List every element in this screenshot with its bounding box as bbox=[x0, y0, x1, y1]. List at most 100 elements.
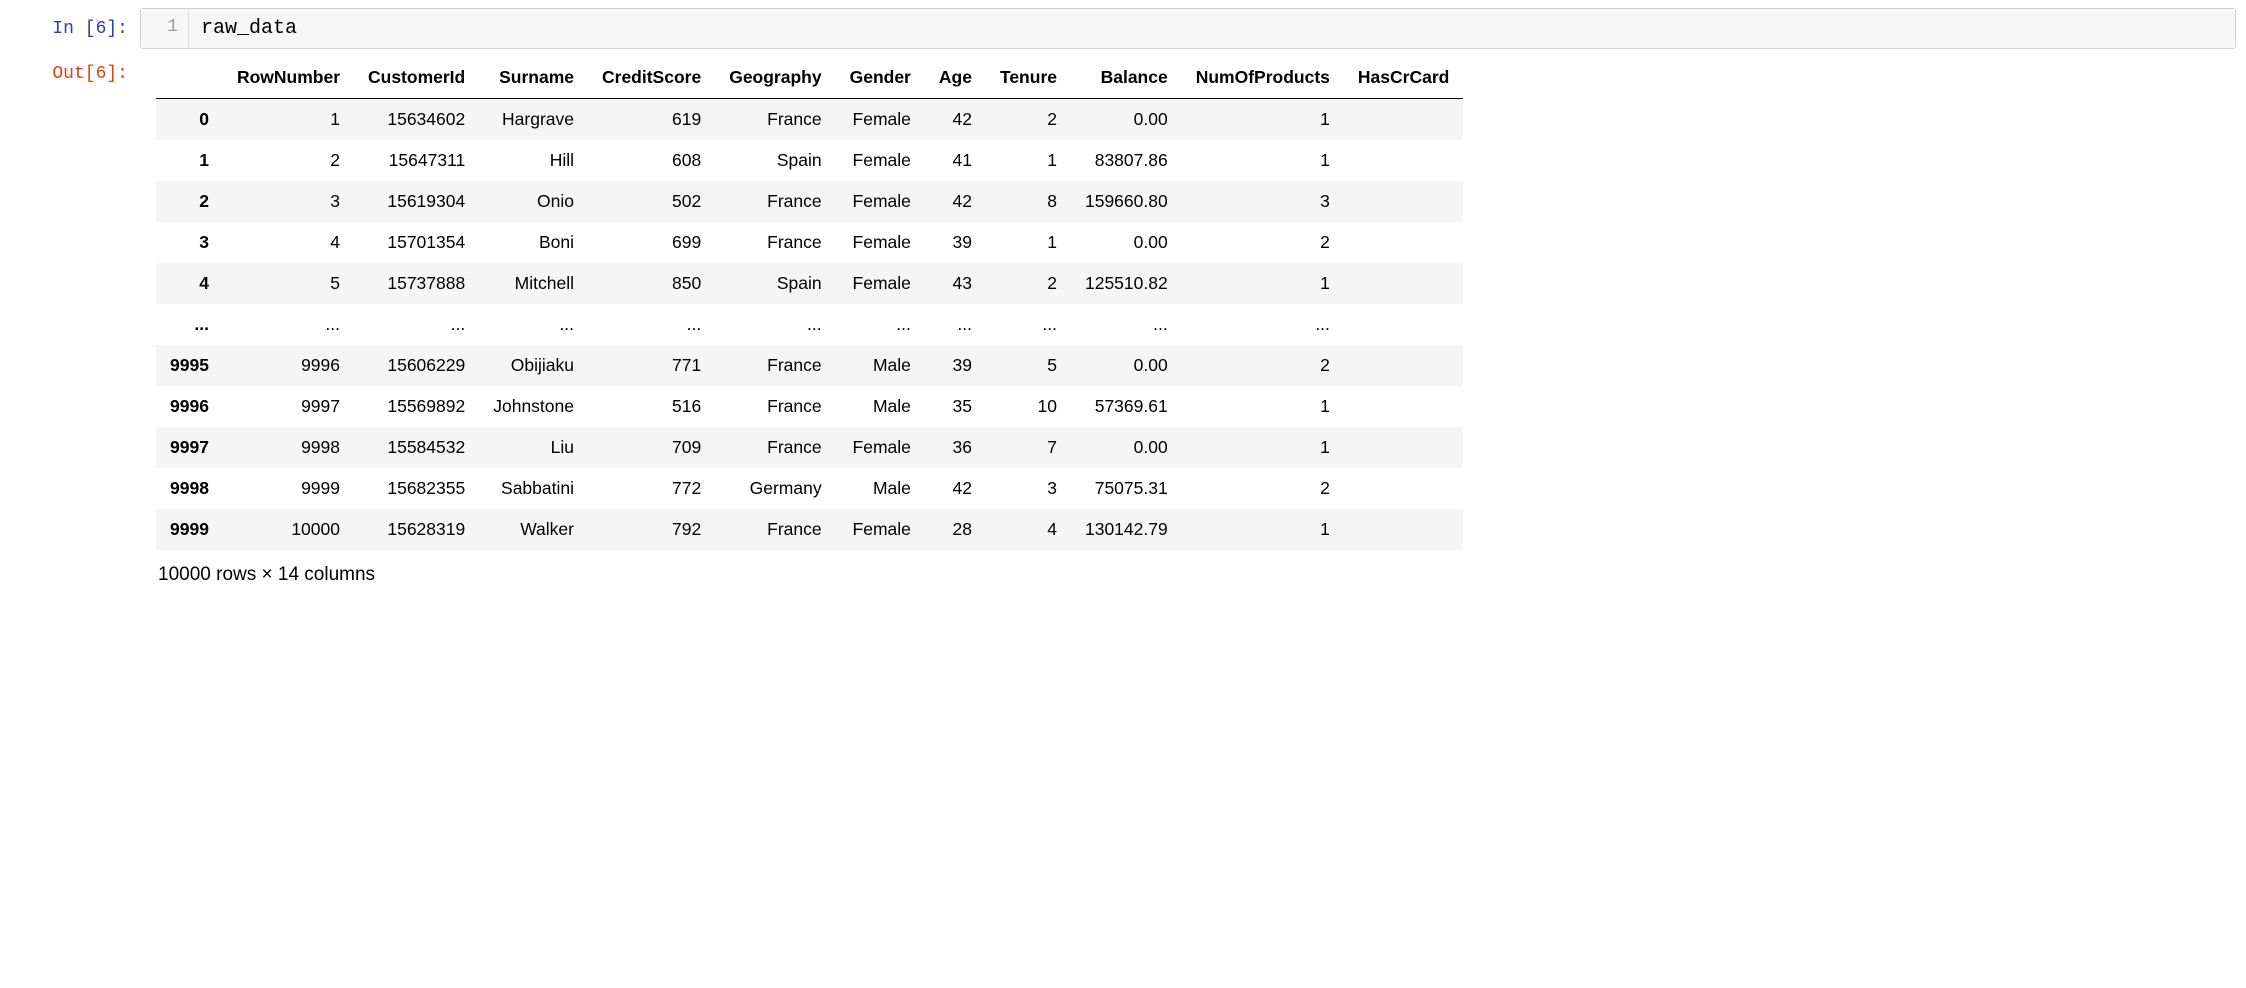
column-header: Gender bbox=[836, 57, 925, 99]
table-row: 0115634602Hargrave619FranceFemale4220.00… bbox=[156, 99, 1463, 141]
table-row: 9998999915682355Sabbatini772GermanyMale4… bbox=[156, 468, 1463, 509]
cell: 1 bbox=[986, 140, 1071, 181]
cell: 15647311 bbox=[354, 140, 479, 181]
cell: ... bbox=[354, 304, 479, 345]
cell: ... bbox=[925, 304, 986, 345]
column-header: CreditScore bbox=[588, 57, 715, 99]
cell: 39 bbox=[925, 222, 986, 263]
cell: Walker bbox=[479, 509, 588, 550]
cell: 9998 bbox=[223, 427, 354, 468]
cell: 15619304 bbox=[354, 181, 479, 222]
row-index: 9999 bbox=[156, 509, 223, 550]
cell: 41 bbox=[925, 140, 986, 181]
output-prompt: Out[6]: bbox=[0, 53, 140, 88]
cell: 772 bbox=[588, 468, 715, 509]
cell: Boni bbox=[479, 222, 588, 263]
cell bbox=[1344, 181, 1463, 222]
cell: 608 bbox=[588, 140, 715, 181]
cell: Hargrave bbox=[479, 99, 588, 141]
cell: Female bbox=[836, 222, 925, 263]
cell: Onio bbox=[479, 181, 588, 222]
row-index: 9996 bbox=[156, 386, 223, 427]
row-index: 3 bbox=[156, 222, 223, 263]
table-row: 1215647311Hill608SpainFemale41183807.861 bbox=[156, 140, 1463, 181]
cell: 42 bbox=[925, 181, 986, 222]
index-corner bbox=[156, 57, 223, 99]
cell: 36 bbox=[925, 427, 986, 468]
cell: 699 bbox=[588, 222, 715, 263]
cell: 619 bbox=[588, 99, 715, 141]
cell: ... bbox=[715, 304, 835, 345]
cell: 0.00 bbox=[1071, 99, 1182, 141]
cell: Female bbox=[836, 140, 925, 181]
output-cell: Out[6]: RowNumberCustomerIdSurnameCredit… bbox=[0, 53, 2246, 590]
cell: France bbox=[715, 427, 835, 468]
cell: 1 bbox=[1182, 386, 1344, 427]
cell: 0.00 bbox=[1071, 427, 1182, 468]
cell: 2 bbox=[223, 140, 354, 181]
cell: ... bbox=[986, 304, 1071, 345]
cell: France bbox=[715, 386, 835, 427]
cell: 15682355 bbox=[354, 468, 479, 509]
table-row: ................................. bbox=[156, 304, 1463, 345]
column-header: Tenure bbox=[986, 57, 1071, 99]
cell bbox=[1344, 427, 1463, 468]
cell: 9996 bbox=[223, 345, 354, 386]
cell: 1 bbox=[223, 99, 354, 141]
cell: 5 bbox=[223, 263, 354, 304]
cell: 3 bbox=[986, 468, 1071, 509]
cell: Female bbox=[836, 263, 925, 304]
cell bbox=[1344, 222, 1463, 263]
cell: France bbox=[715, 509, 835, 550]
cell: Spain bbox=[715, 263, 835, 304]
cell: 1 bbox=[1182, 427, 1344, 468]
cell: 35 bbox=[925, 386, 986, 427]
dataframe-wrap[interactable]: RowNumberCustomerIdSurnameCreditScoreGeo… bbox=[156, 57, 2246, 550]
cell: 83807.86 bbox=[1071, 140, 1182, 181]
cell: Male bbox=[836, 386, 925, 427]
shape-info: 10000 rows × 14 columns bbox=[156, 550, 2246, 590]
cell: 2 bbox=[1182, 222, 1344, 263]
cell: ... bbox=[223, 304, 354, 345]
table-row: 3415701354Boni699FranceFemale3910.002 bbox=[156, 222, 1463, 263]
cell: 75075.31 bbox=[1071, 468, 1182, 509]
cell: Female bbox=[836, 427, 925, 468]
code-cell[interactable]: 1 raw_data bbox=[140, 8, 2236, 49]
cell: Liu bbox=[479, 427, 588, 468]
row-index: ... bbox=[156, 304, 223, 345]
column-header: Balance bbox=[1071, 57, 1182, 99]
code-content[interactable]: raw_data bbox=[189, 9, 2235, 48]
row-index: 9995 bbox=[156, 345, 223, 386]
cell: 0.00 bbox=[1071, 222, 1182, 263]
cell bbox=[1344, 345, 1463, 386]
column-header: HasCrCard bbox=[1344, 57, 1463, 99]
cell: 125510.82 bbox=[1071, 263, 1182, 304]
cell: France bbox=[715, 181, 835, 222]
table-row: 9996999715569892Johnstone516FranceMale35… bbox=[156, 386, 1463, 427]
cell: 39 bbox=[925, 345, 986, 386]
table-row: 99991000015628319Walker792FranceFemale28… bbox=[156, 509, 1463, 550]
cell: Sabbatini bbox=[479, 468, 588, 509]
cell bbox=[1344, 140, 1463, 181]
cell: 4 bbox=[223, 222, 354, 263]
column-header: RowNumber bbox=[223, 57, 354, 99]
cell: 771 bbox=[588, 345, 715, 386]
cell: 709 bbox=[588, 427, 715, 468]
cell: 2 bbox=[986, 263, 1071, 304]
cell bbox=[1344, 468, 1463, 509]
cell: France bbox=[715, 222, 835, 263]
table-body: 0115634602Hargrave619FranceFemale4220.00… bbox=[156, 99, 1463, 551]
cell: ... bbox=[1182, 304, 1344, 345]
cell: ... bbox=[479, 304, 588, 345]
table-row: 9997999815584532Liu709FranceFemale3670.0… bbox=[156, 427, 1463, 468]
cell: 9999 bbox=[223, 468, 354, 509]
cell: 516 bbox=[588, 386, 715, 427]
row-index: 9998 bbox=[156, 468, 223, 509]
cell: France bbox=[715, 99, 835, 141]
cell: 2 bbox=[1182, 468, 1344, 509]
cell: ... bbox=[1071, 304, 1182, 345]
column-header: NumOfProducts bbox=[1182, 57, 1344, 99]
cell: 15569892 bbox=[354, 386, 479, 427]
cell bbox=[1344, 509, 1463, 550]
cell: 130142.79 bbox=[1071, 509, 1182, 550]
